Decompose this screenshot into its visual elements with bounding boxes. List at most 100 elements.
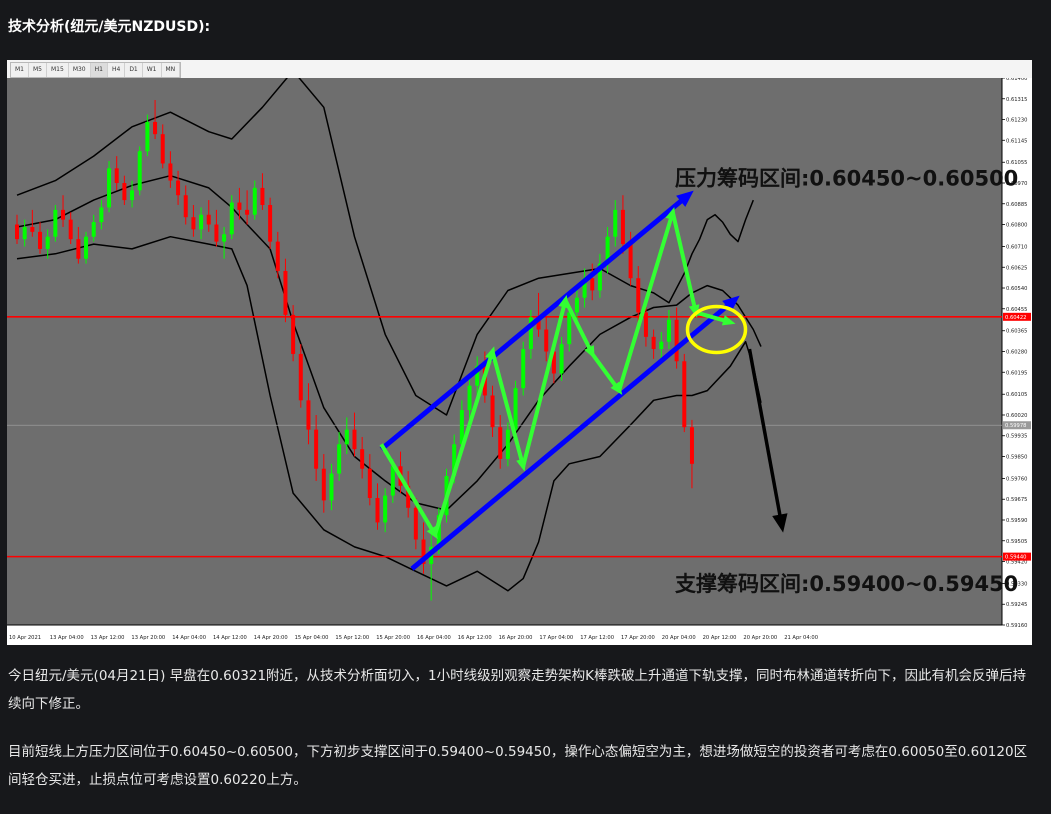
x-tick-label: 15 Apr 12:00 [335,635,369,641]
bear-candle [636,278,641,313]
bear-candle [176,180,181,196]
timeframe-button-m5[interactable]: M5 [29,63,47,77]
chart-window: M1 M5 M15 M30 H1 H4 D1 W1 MN 0.61400 0.61315 0.612… [7,60,1032,645]
x-tick-label: 17 Apr 12:00 [580,635,614,641]
timeframe-button-h4[interactable]: H4 [108,63,126,77]
bull-candle [99,207,104,223]
price-line-tag-label: 0.59440 [1005,555,1026,561]
bear-candle [168,163,173,181]
y-tick-label: 0.59245 [1006,602,1027,608]
y-tick-label: 0.60625 [1006,265,1027,271]
bull-candle [383,495,388,523]
timeframe-toolbar: M1 M5 M15 M30 H1 H4 D1 W1 MN [7,60,1032,79]
analysis-paragraph-2: 目前短线上方压力区间位于0.60450~0.60500，下方初步支撑区间于0.5… [8,744,1028,788]
plot-area [7,78,1002,625]
bear-candle [651,336,656,350]
bear-candle [321,468,326,501]
y-tick-label: 0.59760 [1006,476,1027,482]
support-zone-label: 支撑筹码区间:0.59400~0.59450 [675,572,1018,596]
bull-candle [613,209,618,237]
bear-candle [15,224,19,240]
y-tick-label: 0.60105 [1006,392,1027,398]
analysis-paragraph-1: 今日纽元/美元(04月21日) 早盘在0.60321附近，从技术分析面切入，1小… [8,668,1026,712]
y-tick-label: 0.60195 [1006,370,1027,376]
bear-candle [30,226,35,232]
x-tick-label: 20 Apr 12:00 [703,635,737,641]
x-tick-label: 17 Apr 20:00 [621,635,655,641]
timeframe-button-m1[interactable]: M1 [11,63,29,77]
bull-candle [229,202,234,235]
y-tick-label: 0.60885 [1006,202,1027,208]
timeframe-button-h1[interactable]: H1 [90,63,108,77]
x-tick-label: 21 Apr 04:00 [784,635,818,641]
bear-candle [291,314,296,354]
price-line-tag-label: 0.59978 [1005,423,1026,429]
timeframe-button-w1[interactable]: W1 [143,63,162,77]
bear-candle [375,498,380,523]
bear-candle [114,168,119,184]
y-tick-label: 0.60540 [1006,286,1027,292]
bull-candle [666,319,671,342]
y-tick-label: 0.61230 [1006,118,1027,124]
x-tick-label: 14 Apr 12:00 [213,635,247,641]
bear-candle [237,202,242,210]
bear-candle [214,224,219,242]
bull-candle [45,236,50,249]
resistance-zone-label: 压力筹码区间:0.60450~0.60500 [675,166,1018,190]
bear-candle [38,231,43,249]
bear-candle [360,449,365,469]
bear-candle [76,239,81,259]
bear-candle [490,395,495,428]
bull-candle [137,151,142,191]
timeframe-button-d1[interactable]: D1 [125,63,143,77]
bear-candle [61,209,66,220]
y-tick-label: 0.59505 [1006,539,1027,545]
bull-candle [53,209,58,237]
y-tick-label: 0.61145 [1006,138,1027,144]
bull-candle [344,429,349,445]
bear-candle [682,361,687,428]
bull-candle [199,214,204,230]
bear-candle [689,427,694,464]
bear-candle [245,209,250,215]
x-tick-label: 14 Apr 04:00 [172,635,206,641]
bull-candle [22,226,27,240]
bear-candle [68,219,73,240]
x-tick-label: 13 Apr 12:00 [91,635,125,641]
bear-candle [367,468,372,499]
bull-candle [521,349,526,389]
x-tick-label: 20 Apr 04:00 [662,635,696,641]
timeframe-button-m30[interactable]: M30 [69,63,91,77]
y-tick-label: 0.61400 [1006,78,1027,82]
bear-candle [674,319,679,362]
x-tick-label: 16 Apr 12:00 [458,635,492,641]
bear-candle [275,241,280,271]
bear-candle [260,187,265,205]
bear-candle [314,429,319,469]
y-tick-label: 0.60365 [1006,329,1027,335]
bear-candle [268,204,273,242]
x-tick-label: 16 Apr 20:00 [499,635,533,641]
y-tick-label: 0.61315 [1006,97,1027,103]
timeframe-button-mn[interactable]: MN [162,63,181,77]
bear-candle [544,329,549,352]
timeframe-button-m15[interactable]: M15 [47,63,69,77]
x-tick-label: 20 Apr 20:00 [743,635,777,641]
bear-candle [183,195,188,218]
bear-candle [498,427,503,459]
bear-candle [306,400,311,430]
bear-candle [283,270,288,315]
bull-candle [145,121,150,152]
x-tick-label: 14 Apr 20:00 [254,635,288,641]
y-tick-label: 0.59590 [1006,518,1027,524]
x-tick-label: 15 Apr 20:00 [376,635,410,641]
y-tick-label: 0.59160 [1006,623,1027,629]
x-tick-label: 17 Apr 04:00 [539,635,573,641]
x-tick-label: 13 Apr 20:00 [131,635,165,641]
y-tick-label: 0.59935 [1006,434,1027,440]
bull-candle [329,473,334,501]
bull-candle [390,466,395,496]
bull-candle [107,168,112,208]
bear-candle [298,353,303,401]
price-chart: 0.614000.613150.612300.611450.610550.609… [7,78,1032,645]
